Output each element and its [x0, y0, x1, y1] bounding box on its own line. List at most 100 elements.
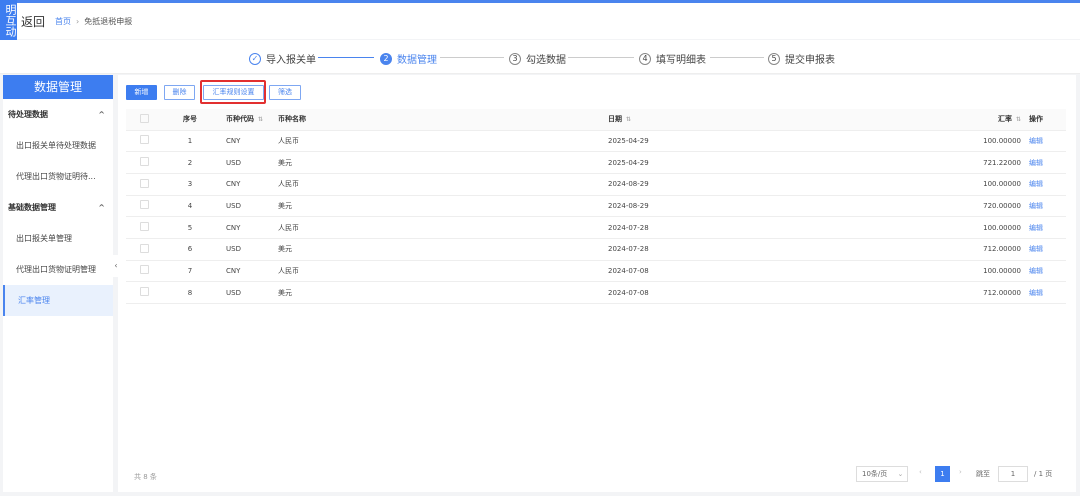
header-date[interactable]: 日期 ⇅	[608, 109, 908, 131]
cell-code: CNY	[214, 173, 278, 196]
goto-page-input[interactable]: 1	[998, 466, 1028, 482]
breadcrumb: 首页 › 免抵退税申报	[55, 16, 132, 27]
table-row: 4 USD 美元 2024-08-29 720.00000 编辑	[126, 195, 1066, 218]
cell-rate: 100.00000	[908, 216, 1021, 239]
page-size-value: 10条/页	[862, 470, 888, 478]
cell-index: 6	[166, 238, 214, 261]
cell-date: 2024-08-29	[608, 195, 908, 218]
sidebar: 数据管理 待处理数据 ^ 出口报关单待处理数据 代理出口货物证明待... 基础数据…	[3, 75, 113, 492]
cell-rate: 100.00000	[908, 173, 1021, 196]
row-checkbox[interactable]	[140, 222, 149, 232]
step-label: 导入报关单	[266, 55, 316, 66]
edit-link[interactable]: 编辑	[1021, 195, 1066, 218]
edit-link[interactable]: 编辑	[1021, 238, 1066, 261]
exchange-rate-table: 序号 币种代码 ⇅ 币种名称 日期 ⇅ 汇率 ⇅ 操作 1 CNY 人民币 2025-…	[126, 109, 1066, 304]
sidebar-title: 数据管理	[3, 75, 113, 99]
row-checkbox[interactable]	[140, 157, 149, 167]
row-checkbox[interactable]	[140, 200, 149, 210]
header-code[interactable]: 币种代码 ⇅	[214, 109, 278, 131]
edit-link[interactable]: 编辑	[1021, 173, 1066, 196]
header-rate[interactable]: 汇率 ⇅	[908, 109, 1021, 131]
step-label: 填写明细表	[656, 55, 706, 66]
cell-date: 2024-07-08	[608, 260, 908, 283]
step-number: 2	[380, 52, 392, 65]
sidebar-item-export-declaration[interactable]: 出口报关单管理	[3, 223, 113, 254]
filter-button[interactable]: 筛选	[269, 85, 301, 100]
select-all-checkbox[interactable]	[140, 113, 149, 123]
cell-name: 美元	[278, 238, 608, 261]
table-row: 1 CNY 人民币 2025-04-29 100.00000 编辑	[126, 130, 1066, 153]
sidebar-group-pending[interactable]: 待处理数据 ^	[3, 99, 113, 130]
cell-index: 1	[166, 130, 214, 153]
page-size-select[interactable]: 10条/页 ⌄	[856, 466, 908, 482]
cell-name: 人民币	[278, 216, 608, 239]
row-checkbox[interactable]	[140, 265, 149, 275]
back-button[interactable]: 返回	[21, 13, 45, 30]
cell-rate: 100.00000	[908, 130, 1021, 153]
step-2: 2 数据管理	[380, 51, 437, 66]
goto-label: 跳至	[976, 470, 990, 478]
edit-link[interactable]: 编辑	[1021, 130, 1066, 153]
highlight-box	[200, 80, 266, 104]
cell-rate: 100.00000	[908, 260, 1021, 283]
table-header: 序号 币种代码 ⇅ 币种名称 日期 ⇅ 汇率 ⇅ 操作	[126, 109, 1066, 131]
step-number: 5	[768, 52, 780, 65]
step-connector	[710, 57, 764, 58]
cell-rate: 712.00000	[908, 238, 1021, 261]
chevron-up-icon: ^	[98, 203, 105, 212]
sidebar-item-exchange-rate[interactable]: 汇率管理	[3, 285, 113, 316]
breadcrumb-current: 免抵退税申报	[84, 17, 133, 26]
header: 返回 首页 › 免抵退税申报	[0, 3, 1080, 39]
edit-link[interactable]: 编辑	[1021, 216, 1066, 239]
cell-date: 2025-04-29	[608, 151, 908, 174]
cell-name: 美元	[278, 281, 608, 304]
header-name: 币种名称	[278, 109, 608, 131]
main-panel: 新增 删除 汇率规则设置 筛选 序号 币种代码 ⇅ 币种名称 日期 ⇅ 汇率 ⇅ 操作…	[118, 75, 1076, 492]
sidebar-item-export-declaration-pending[interactable]: 出口报关单待处理数据	[3, 130, 113, 161]
row-checkbox[interactable]	[140, 135, 149, 145]
delete-button[interactable]: 删除	[164, 85, 195, 100]
cell-code: CNY	[214, 130, 278, 153]
group-label: 基础数据管理	[8, 203, 56, 212]
cell-code: CNY	[214, 216, 278, 239]
sort-icon[interactable]: ⇅	[258, 116, 263, 123]
sidebar-group-basic-data[interactable]: 基础数据管理 ^	[3, 192, 113, 223]
row-checkbox[interactable]	[140, 287, 149, 297]
row-checkbox[interactable]	[140, 178, 149, 188]
check-icon: ✓	[249, 52, 261, 65]
prev-page-icon[interactable]: ‹	[919, 468, 922, 476]
sidebar-item-agent-export-cert[interactable]: 代理出口货物证明管理	[3, 254, 113, 285]
sort-icon[interactable]: ⇅	[1016, 116, 1021, 123]
cell-index: 2	[166, 151, 214, 174]
edit-link[interactable]: 编辑	[1021, 151, 1066, 174]
cell-name: 人民币	[278, 173, 608, 196]
chevron-up-icon: ^	[98, 110, 105, 119]
header-action: 操作	[1021, 109, 1066, 131]
cell-code: USD	[214, 281, 278, 304]
group-label: 待处理数据	[8, 110, 48, 119]
step-label: 数据管理	[397, 55, 437, 66]
cell-code: USD	[214, 238, 278, 261]
edit-link[interactable]: 编辑	[1021, 260, 1066, 283]
header-date-label: 日期	[608, 115, 622, 124]
next-page-icon[interactable]: ›	[959, 468, 962, 476]
row-checkbox[interactable]	[140, 243, 149, 253]
cell-code: USD	[214, 151, 278, 174]
cell-date: 2024-07-28	[608, 216, 908, 239]
cell-rate: 720.00000	[908, 195, 1021, 218]
step-label: 勾选数据	[526, 55, 566, 66]
table-row: 6 USD 美元 2024-07-28 712.00000 编辑	[126, 238, 1066, 261]
sort-icon[interactable]: ⇅	[626, 116, 631, 123]
breadcrumb-home[interactable]: 首页	[55, 17, 71, 26]
page-1-button[interactable]: 1	[935, 466, 950, 482]
step-4: 4 填写明细表	[639, 51, 706, 66]
cell-date: 2024-08-29	[608, 173, 908, 196]
add-button[interactable]: 新增	[126, 85, 157, 100]
sidebar-item-agent-export-cert-pending[interactable]: 代理出口货物证明待...	[3, 161, 113, 192]
edit-link[interactable]: 编辑	[1021, 281, 1066, 304]
step-connector	[568, 57, 634, 58]
table-row: 2 USD 美元 2025-04-29 721.22000 编辑	[126, 151, 1066, 174]
step-connector	[318, 57, 374, 58]
step-label: 提交申报表	[785, 55, 835, 66]
logo: 明互动	[0, 0, 17, 40]
